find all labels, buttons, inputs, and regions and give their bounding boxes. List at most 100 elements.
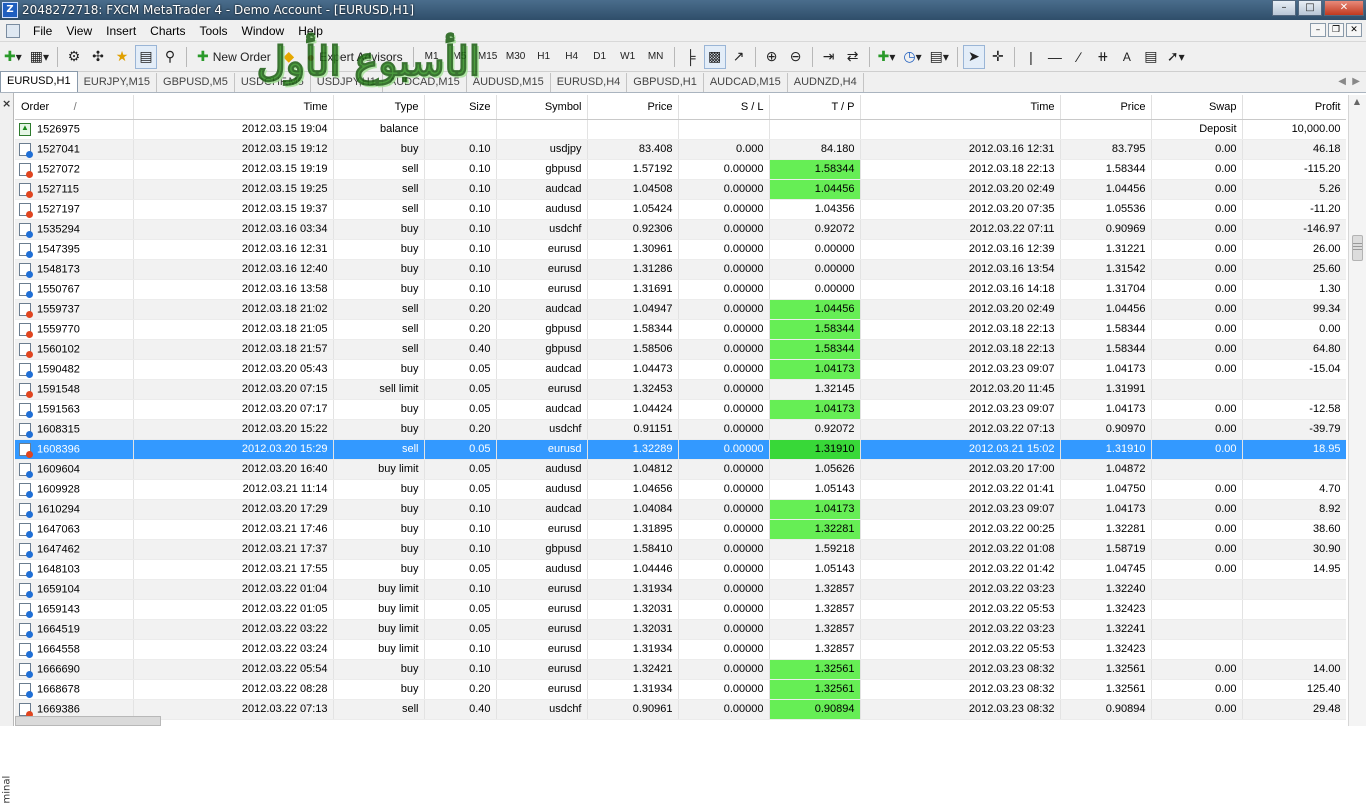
chart-tab[interactable]: AUDUSD,M15 bbox=[467, 73, 551, 92]
trendline-button[interactable]: ∕ bbox=[1068, 45, 1090, 69]
close-terminal-icon[interactable]: × bbox=[2, 97, 11, 110]
timeframe-w1[interactable]: W1 bbox=[615, 45, 641, 69]
new-order-button[interactable]: ✚ New Order bbox=[192, 45, 276, 69]
indicators-button[interactable]: ✚ ▾ bbox=[875, 45, 899, 69]
minimize-button[interactable]: – bbox=[1272, 0, 1296, 16]
table-row[interactable]: 1527197 2012.03.15 19:37 sell 0.10 audusd 1.0… bbox=[15, 199, 1346, 220]
navigator-button[interactable]: ✣ bbox=[87, 45, 109, 69]
col-swap[interactable]: Swap bbox=[1151, 95, 1243, 120]
arrows-button[interactable]: ➚ ▾ bbox=[1164, 45, 1188, 69]
horizontal-line-button[interactable]: — bbox=[1044, 45, 1066, 69]
text-label-button[interactable]: ▤ bbox=[1140, 45, 1162, 69]
col-order[interactable]: Order / bbox=[15, 95, 134, 120]
table-row[interactable]: 1527041 2012.03.15 19:12 buy 0.10 usdjpy 83.4… bbox=[15, 139, 1346, 160]
table-row[interactable]: 1535294 2012.03.16 03:34 buy 0.10 usdchf 0.92… bbox=[15, 219, 1346, 240]
chart-tab[interactable]: EURUSD,H1 bbox=[0, 71, 78, 92]
tab-scroll-arrows[interactable]: ◀ ▶ bbox=[1338, 76, 1360, 87]
timeframe-h1[interactable]: H1 bbox=[531, 45, 557, 69]
table-row[interactable]: 1590482 2012.03.20 05:43 buy 0.05 audcad 1.04… bbox=[15, 359, 1346, 380]
table-row[interactable]: 1647063 2012.03.21 17:46 buy 0.10 eurusd 1.31… bbox=[15, 519, 1346, 540]
table-row[interactable]: 1591548 2012.03.20 07:15 sell limit 0.05 eur… bbox=[15, 379, 1346, 400]
table-row[interactable]: 1609604 2012.03.20 16:40 buy limit 0.05 audu… bbox=[15, 459, 1346, 480]
mdi-close-button[interactable]: ✕ bbox=[1346, 23, 1362, 37]
table-row[interactable]: 1669386 2012.03.22 07:13 sell 0.40 usdchf 0.9… bbox=[15, 699, 1346, 720]
chart-tab[interactable]: AUDCAD,M15 bbox=[704, 73, 788, 92]
line-chart-button[interactable]: ↗ bbox=[728, 45, 750, 69]
bar-chart-button[interactable]: ╞ bbox=[680, 45, 702, 69]
timeframe-m15[interactable]: M15 bbox=[475, 45, 501, 69]
col-symbol[interactable]: Symbol bbox=[496, 95, 588, 120]
table-row[interactable]: 1664519 2012.03.22 03:22 buy limit 0.05 euru… bbox=[15, 619, 1346, 640]
timeframe-mn[interactable]: MN bbox=[643, 45, 669, 69]
table-row[interactable]: 1591563 2012.03.20 07:17 buy 0.05 audcad 1.04… bbox=[15, 399, 1346, 420]
table-row[interactable]: 1668678 2012.03.22 08:28 buy 0.20 eurusd 1.31… bbox=[15, 679, 1346, 700]
chart-tab[interactable]: USDJPY,H1 bbox=[311, 73, 383, 92]
timeframe-m5[interactable]: M5 bbox=[447, 45, 473, 69]
menu-charts[interactable]: Charts bbox=[143, 24, 192, 38]
scroll-up-icon[interactable]: ▲ bbox=[1349, 95, 1365, 109]
new-chart-button[interactable]: ✚ ▾ bbox=[1, 45, 25, 69]
menu-window[interactable]: Window bbox=[235, 24, 292, 38]
meta-editor-button[interactable]: ◆ bbox=[278, 45, 300, 69]
mdi-minimize-button[interactable]: – bbox=[1310, 23, 1326, 37]
table-row[interactable]: 1610294 2012.03.20 17:29 buy 0.10 audcad 1.04… bbox=[15, 499, 1346, 520]
scroll-thumb[interactable] bbox=[1352, 235, 1363, 261]
chart-shift-button[interactable]: ⇄ bbox=[842, 45, 864, 69]
profiles-button[interactable]: ▦ ▾ bbox=[27, 45, 52, 69]
table-row[interactable]: 1527072 2012.03.15 19:19 sell 0.10 gbpusd 1.5… bbox=[15, 159, 1346, 180]
text-button[interactable]: A bbox=[1116, 45, 1138, 69]
close-button[interactable]: ✕ bbox=[1324, 0, 1364, 16]
table-row[interactable]: 1659143 2012.03.22 01:05 buy limit 0.05 euru… bbox=[15, 599, 1346, 620]
vertical-scrollbar[interactable]: ▲ bbox=[1348, 95, 1366, 726]
chart-tab[interactable]: EURUSD,H4 bbox=[551, 73, 628, 92]
menu-insert[interactable]: Insert bbox=[99, 24, 143, 38]
table-row[interactable]: 1547395 2012.03.16 12:31 buy 0.10 eurusd 1.30… bbox=[15, 239, 1346, 260]
candlestick-button[interactable]: ▩ bbox=[703, 44, 726, 69]
col-close-time[interactable]: Time bbox=[860, 95, 1061, 120]
expert-advisors-button[interactable]: ● Expert Advisors bbox=[302, 45, 408, 69]
zoom-out-button[interactable]: ⊖ bbox=[785, 45, 807, 69]
table-row[interactable]: 1548173 2012.03.16 12:40 buy 0.10 eurusd 1.31… bbox=[15, 259, 1346, 280]
chart-tab[interactable]: USDCHF,M5 bbox=[235, 73, 311, 92]
col-time[interactable]: Time bbox=[133, 95, 334, 120]
table-row[interactable]: 1609928 2012.03.21 11:14 buy 0.05 audusd 1.04… bbox=[15, 479, 1346, 500]
chart-tab[interactable]: EURJPY,M15 bbox=[78, 73, 158, 92]
table-row[interactable]: 1527115 2012.03.15 19:25 sell 0.10 audcad 1.0… bbox=[15, 179, 1346, 200]
chart-tab[interactable]: GBPUSD,M5 bbox=[157, 73, 235, 92]
cursor-button[interactable]: ➤ bbox=[962, 44, 985, 69]
col-type[interactable]: Type bbox=[333, 95, 425, 120]
table-row[interactable]: 1559737 2012.03.18 21:02 sell 0.20 audcad 1.0… bbox=[15, 299, 1346, 320]
col-sl[interactable]: S / L bbox=[678, 95, 770, 120]
timeframe-m1[interactable]: M1 bbox=[419, 45, 445, 69]
timeframe-d1[interactable]: D1 bbox=[587, 45, 613, 69]
vertical-line-button[interactable]: | bbox=[1020, 45, 1042, 69]
terminal-button[interactable]: ▤ bbox=[135, 44, 158, 69]
table-row[interactable]: 1608315 2012.03.20 15:22 buy 0.20 usdchf 0.91… bbox=[15, 419, 1346, 440]
menu-help[interactable]: Help bbox=[291, 24, 330, 38]
maximize-button[interactable]: □ bbox=[1298, 0, 1322, 16]
timeframe-m30[interactable]: M30 bbox=[503, 45, 529, 69]
fibonacci-button[interactable]: ⧺ bbox=[1092, 45, 1114, 69]
mdi-restore-button[interactable]: ❐ bbox=[1328, 23, 1344, 37]
col-profit[interactable]: Profit bbox=[1242, 95, 1346, 120]
col-tp[interactable]: T / P bbox=[769, 95, 861, 120]
horizontal-scrollbar[interactable] bbox=[15, 716, 161, 726]
chart-tab[interactable]: AUDCAD,M15 bbox=[383, 73, 467, 92]
autoscroll-button[interactable]: ⇥ bbox=[818, 45, 840, 69]
menu-view[interactable]: View bbox=[59, 24, 99, 38]
table-row[interactable]: 1559770 2012.03.18 21:05 sell 0.20 gbpusd 1.5… bbox=[15, 319, 1346, 340]
timeframe-h4[interactable]: H4 bbox=[559, 45, 585, 69]
table-row[interactable]: 1647462 2012.03.21 17:37 buy 0.10 gbpusd 1.58… bbox=[15, 539, 1346, 560]
crosshair-button[interactable]: ✛ bbox=[987, 45, 1009, 69]
menu-file[interactable]: File bbox=[26, 24, 59, 38]
table-row[interactable]: 1648103 2012.03.21 17:55 buy 0.05 audusd 1.04… bbox=[15, 559, 1346, 580]
market-watch-button[interactable]: ⚙ bbox=[63, 45, 85, 69]
chart-tab[interactable]: GBPUSD,H1 bbox=[627, 73, 704, 92]
strategy-tester-button[interactable]: ⚲ bbox=[159, 45, 181, 69]
col-size[interactable]: Size bbox=[424, 95, 497, 120]
table-row[interactable]: 1560102 2012.03.18 21:57 sell 0.40 gbpusd 1.5… bbox=[15, 339, 1346, 360]
periods-button[interactable]: ◷ ▾ bbox=[900, 45, 924, 69]
table-row[interactable]: 1659104 2012.03.22 01:04 buy limit 0.10 euru… bbox=[15, 579, 1346, 600]
col-price[interactable]: Price bbox=[587, 95, 679, 120]
chart-tab[interactable]: AUDNZD,H4 bbox=[788, 73, 864, 92]
